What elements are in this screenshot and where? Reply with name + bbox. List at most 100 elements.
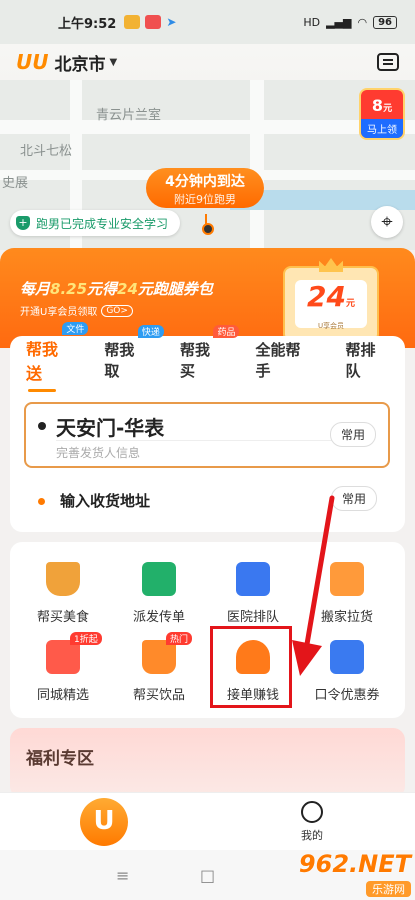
tab-pickup[interactable]: 帮我取 快递 [88,325,164,381]
tab-label: 帮我送 [26,340,59,383]
city-selector[interactable]: 北京市 [54,50,105,75]
delivery-dot-icon [38,498,45,505]
order-card: 帮我送 文件 帮我取 快递 帮我买 药品 全能帮手 帮排队 天安门-华表 完善发… [10,322,405,532]
profile-icon [301,801,323,823]
coupon-widget[interactable]: 8元 马上领 [359,88,405,140]
hospital-icon [236,562,270,596]
flyer-icon [142,562,176,596]
ticket-value: 24 [307,280,346,313]
drink-cup-icon [142,640,176,674]
service-label: 派发传单 [132,610,185,625]
tab-label: 帮排队 [345,341,376,380]
go-button[interactable]: GO> [101,304,133,317]
service-label: 同城精选 [36,688,89,703]
message-icon[interactable] [377,53,399,71]
promo-headline: 每月8.25元得24元跑腿券包 [20,278,213,299]
signal-icon: ▂▄▆ [326,15,352,29]
watermark-sub: 乐游网 [366,881,411,897]
map-label: 青云片兰室 [96,108,162,123]
tab-all-round-helper[interactable]: 全能帮手 [239,339,329,381]
wifi-icon: ◠ [357,15,368,29]
welfare-section[interactable]: 福利专区 [10,728,405,798]
promo-text: 每月 [20,280,51,298]
service-label: 医院排队 [226,610,279,625]
divider [56,440,374,441]
promo-amount: 24 [117,280,138,298]
sender-info-hint[interactable]: 完善发货人信息 [56,444,140,461]
battery-indicator: 96 [373,15,397,29]
me-tab-label: 我的 [301,829,323,842]
common-address-button[interactable]: 常用 [330,486,377,511]
pickup-address: 天安门-华表 [56,416,165,440]
caret-down-icon[interactable]: ▼ [109,57,117,68]
delivery-address-input[interactable]: 输入收货地址 [60,490,150,511]
safety-notice-text: 跑男已完成专业安全学习 [36,216,169,231]
service-drinks[interactable]: 热门 帮买饮品 [116,632,202,703]
coupon-ticket-image: 24元 U享会员 [283,258,379,342]
tab-underline [28,389,56,392]
ticket-unit: 元 [345,299,355,309]
locate-icon[interactable]: ⌖ [371,206,403,238]
discount-badge: 1折起 [70,632,102,645]
service-food[interactable]: 帮买美食 [20,562,106,625]
annotation-highlight-box [210,626,292,708]
location-pin-icon [200,214,214,235]
service-tabs: 帮我送 文件 帮我取 快递 帮我买 药品 全能帮手 帮排队 [10,322,405,392]
promo-subline: 开通U享会员领取 GO> [20,303,133,318]
network-label: HD [303,15,321,29]
app-logo: UU [16,50,49,74]
tab-label: 帮我取 [104,341,135,380]
map-label: 史展 [2,176,29,191]
nearby-runners-text: 附近9位跑男 [174,193,236,206]
coupon-search-icon [330,640,364,674]
ticket-caption: U享会员 [317,322,345,330]
pickup-address-box[interactable]: 天安门-华表 完善发货人信息 常用 [24,402,390,468]
notification-icon [124,15,141,29]
shop-icon [46,640,80,674]
common-address-button[interactable]: 常用 [329,422,376,447]
bottom-nav: U 我的 [0,792,415,850]
promo-price: 8.25 [50,280,88,298]
box-icon [330,562,364,596]
service-local-picks[interactable]: 1折起 同城精选 [20,632,106,703]
status-time: 上午9:52 [58,16,117,32]
service-flyers[interactable]: 派发传单 [116,562,202,625]
home-square-icon[interactable]: □ [200,866,215,885]
tab-label: 全能帮手 [255,341,301,380]
tab-send[interactable]: 帮我送 文件 [10,322,89,392]
shield-icon: + [16,216,30,230]
tab-buy[interactable]: 帮我买 药品 [164,325,240,381]
home-tab[interactable]: U [80,798,128,846]
coupon-grab-button[interactable]: 马上领 [361,119,403,138]
service-grid: 帮买美食 派发传单 医院排队 搬家拉货 1折起 同城精选 热门 帮买饮品 接单赚… [10,542,405,718]
tab-tag: 文件 [62,322,89,335]
map-label: 北斗七松 [20,144,73,159]
promo-text: 元跑腿券包 [137,280,213,298]
service-coupon-code[interactable]: 口令优惠券 [304,640,390,703]
tab-queue[interactable]: 帮排队 [329,339,405,381]
menu-icon[interactable]: ≡ [116,866,129,885]
service-label: 帮买饮品 [132,688,185,703]
service-label: 搬家拉货 [320,610,373,625]
food-bowl-icon [46,562,80,596]
watermark-brand: 962.NET [298,850,411,878]
pickup-dot-icon [38,422,46,430]
eta-bubble: 4分钟内到达 附近9位跑男 [146,168,264,208]
notification-icon [145,15,162,29]
coupon-amount: 8 [371,96,384,115]
service-label: 帮买美食 [36,610,89,625]
map-road [0,120,415,134]
welfare-title: 福利专区 [26,749,94,769]
tab-tag: 药品 [213,325,240,338]
safety-notice[interactable]: + 跑男已完成专业安全学习 [10,210,181,236]
send-icon: ➤ [166,15,177,29]
top-bar: UU 北京市 ▼ [0,44,415,80]
service-hospital-queue[interactable]: 医院排队 [210,562,296,625]
promo-subline-text: 开通U享会员领取 [20,307,98,318]
me-tab[interactable]: 我的 [290,801,334,843]
tab-tag: 快递 [137,325,164,338]
service-moving[interactable]: 搬家拉货 [304,562,390,625]
tab-label: 帮我买 [179,341,210,380]
service-label: 口令优惠券 [314,688,380,703]
promo-text: 元得 [87,280,118,298]
